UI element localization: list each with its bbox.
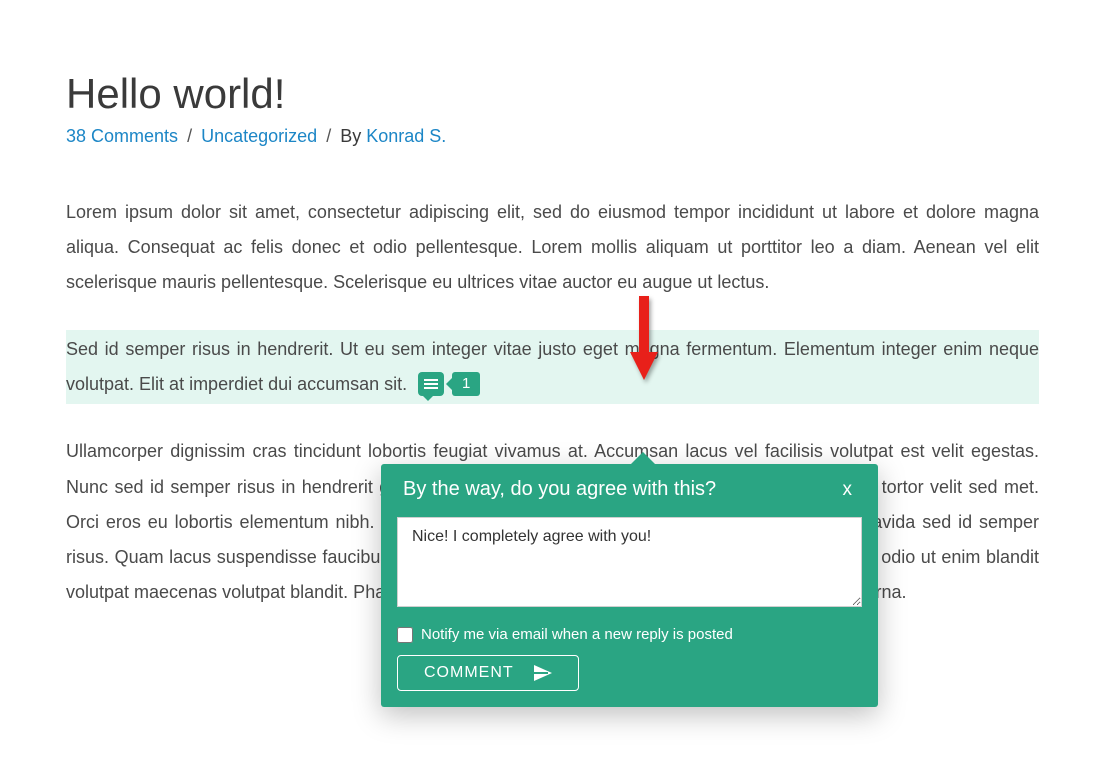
notify-checkbox[interactable] <box>397 627 413 643</box>
comment-popover: By the way, do you agree with this? x No… <box>381 464 878 707</box>
comment-count-badge: 1 <box>452 372 480 396</box>
paragraph: Lorem ipsum dolor sit amet, consectetur … <box>66 195 1039 300</box>
popover-header: By the way, do you agree with this? x <box>381 464 878 517</box>
category-link[interactable]: Uncategorized <box>201 126 317 146</box>
paragraph-text: Sed id semper risus in hendrerit. Ut eu … <box>66 339 1039 394</box>
meta-sep: / <box>187 126 192 146</box>
send-icon <box>534 665 552 681</box>
reply-textarea[interactable] <box>397 517 862 607</box>
popover-body: Notify me via email when a new reply is … <box>381 517 878 707</box>
byline-prefix: By <box>340 126 361 146</box>
annotation-arrow-down-icon <box>630 296 658 380</box>
post-meta: 38 Comments / Uncategorized / By Konrad … <box>66 126 1039 147</box>
meta-sep: / <box>326 126 331 146</box>
inline-comment-marker[interactable]: 1 <box>418 372 480 396</box>
chat-icon <box>418 372 444 396</box>
notify-label: Notify me via email when a new reply is … <box>421 626 733 643</box>
comments-link[interactable]: 38 Comments <box>66 126 178 146</box>
highlighted-paragraph: Sed id semper risus in hendrerit. Ut eu … <box>66 330 1039 404</box>
popover-title: By the way, do you agree with this? <box>403 478 716 501</box>
author-link[interactable]: Konrad S. <box>366 126 446 146</box>
notify-row[interactable]: Notify me via email when a new reply is … <box>397 626 862 643</box>
comment-button-label: COMMENT <box>424 664 514 682</box>
comment-button[interactable]: COMMENT <box>397 655 579 691</box>
post-title: Hello world! <box>66 70 1039 118</box>
close-button[interactable]: x <box>839 479 857 501</box>
